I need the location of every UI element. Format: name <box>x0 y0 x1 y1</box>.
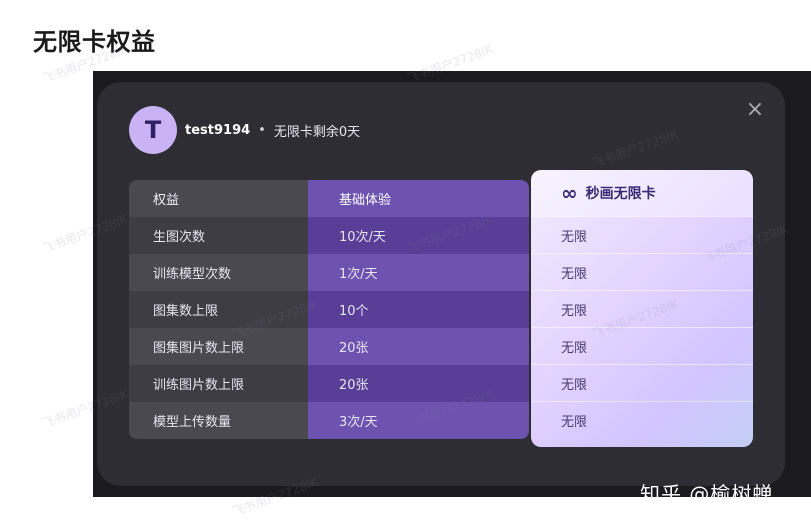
basic-cell: 3次/天 <box>308 402 529 439</box>
benefit-cell: 图集图片数上限 <box>129 328 308 365</box>
table-header-row: 权益 基础体验 <box>129 180 529 217</box>
premium-cell: 无限 <box>531 327 753 364</box>
remaining-days-status: 无限卡剩余0天 <box>273 125 361 140</box>
avatar: T <box>129 106 177 154</box>
premium-cell: 无限 <box>531 216 753 253</box>
benefit-cell: 生图次数 <box>129 217 308 254</box>
zhihu-brand-watermark: 知乎 @榆树蝉 <box>640 482 774 506</box>
basic-cell: 20张 <box>308 365 529 402</box>
benefit-cell: 图集数上限 <box>129 291 308 328</box>
header-benefit: 权益 <box>129 180 308 217</box>
premium-cell: 无限 <box>531 290 753 327</box>
header-basic: 基础体验 <box>308 180 529 217</box>
premium-cell: 无限 <box>531 364 753 401</box>
premium-cell: 无限 <box>531 253 753 290</box>
table-row: 训练模型次数 1次/天 <box>129 254 529 291</box>
infinity-icon: ∞ <box>561 181 578 205</box>
page-heading: 无限卡权益 <box>33 28 156 56</box>
benefit-cell: 模型上传数量 <box>129 402 308 439</box>
basic-cell: 20张 <box>308 328 529 365</box>
username: test9194 <box>185 123 251 138</box>
benefit-cell: 训练图片数上限 <box>129 365 308 402</box>
basic-cell: 1次/天 <box>308 254 529 291</box>
basic-cell: 10次/天 <box>308 217 529 254</box>
premium-cell: 无限 <box>531 401 753 438</box>
table-row: 生图次数 10次/天 <box>129 217 529 254</box>
close-icon[interactable]: × <box>743 98 767 122</box>
table-row: 训练图片数上限 20张 <box>129 365 529 402</box>
table-row: 图集图片数上限 20张 <box>129 328 529 365</box>
benefit-cell: 训练模型次数 <box>129 254 308 291</box>
basic-cell: 10个 <box>308 291 529 328</box>
user-info: test9194 • 无限卡剩余0天 <box>185 121 360 140</box>
benefits-table: 权益 基础体验 生图次数 10次/天 训练模型次数 1次/天 图集数上限 10个… <box>129 180 529 439</box>
table-row: 模型上传数量 3次/天 <box>129 402 529 439</box>
membership-dialog: T test9194 • 无限卡剩余0天 × 权益 基础体验 生图次数 10次/… <box>97 82 785 486</box>
separator-dot: • <box>258 123 266 138</box>
premium-title: 秒画无限卡 <box>585 186 656 202</box>
premium-header: ∞ 秒画无限卡 <box>531 170 753 216</box>
premium-card-column[interactable]: ∞ 秒画无限卡 无限 无限 无限 无限 无限 无限 <box>531 170 753 447</box>
table-row: 图集数上限 10个 <box>129 291 529 328</box>
